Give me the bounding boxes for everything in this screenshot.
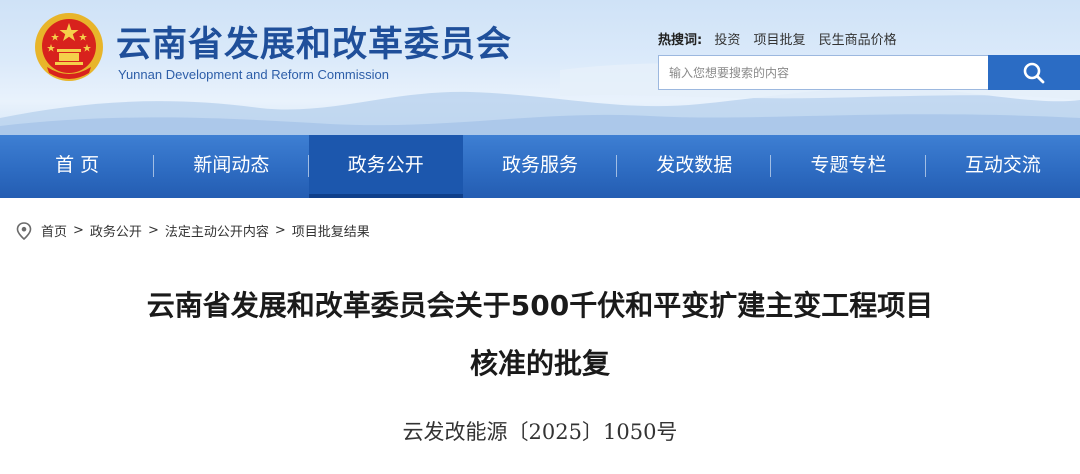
nav-item-government-affairs[interactable]: 政务公开: [308, 135, 464, 198]
article-title-line-1: 云南省发展和改革委员会关于500千伏和平变扩建主变工程项目: [146, 289, 934, 322]
document-number: 云发改能源〔2025〕1050号: [402, 420, 678, 444]
nav-item-label: 发改数据: [656, 154, 733, 176]
hot-search-link-project-approval[interactable]: 项目批复: [754, 33, 806, 48]
main-nav: 首 页 新闻动态 政务公开 政务服务 发改数据 专题专栏 互动交流: [0, 135, 1080, 198]
site-title: 云南省发展和改革委员会: [116, 25, 513, 65]
nav-item-label: 政务服务: [501, 154, 578, 176]
nav-item-label: 互动交流: [964, 154, 1041, 176]
article-title-line-2: 核准的批复: [469, 347, 610, 380]
nav-item-services[interactable]: 政务服务: [463, 135, 618, 198]
site-subtitle: Yunnan Development and Reform Commission: [118, 67, 389, 82]
nav-item-home[interactable]: 首 页: [0, 135, 155, 198]
nav-item-label: 首 页: [55, 154, 100, 176]
hot-search-label: 热搜词:: [658, 33, 703, 48]
location-pin-icon: [16, 221, 32, 240]
search-icon: [1023, 62, 1045, 83]
nav-item-interaction[interactable]: 互动交流: [926, 135, 1080, 198]
breadcrumb-separator: >: [73, 223, 84, 238]
nav-item-label: 新闻动态: [193, 154, 270, 176]
hot-search-link-prices[interactable]: 民生商品价格: [819, 33, 897, 48]
breadcrumb-approval-results[interactable]: 项目批复结果: [292, 221, 370, 240]
article-title: 云南省发展和改革委员会关于500千伏和平变扩建主变工程项目 核准的批复: [0, 277, 1080, 393]
breadcrumb-separator: >: [147, 223, 159, 238]
breadcrumb-statutory-disclosure[interactable]: 法定主动公开内容: [165, 221, 269, 240]
breadcrumb-separator: >: [274, 223, 286, 238]
breadcrumb-home[interactable]: 首页: [41, 221, 67, 240]
hot-search-bar: 热搜词: 投资 项目批复 民生商品价格: [658, 29, 906, 48]
hot-search-link-investment[interactable]: 投资: [714, 33, 740, 48]
site-header: 云南省发展和改革委员会 Yunnan Development and Refor…: [0, 0, 1080, 135]
nav-item-data[interactable]: 发改数据: [617, 135, 772, 198]
nav-item-topics[interactable]: 专题专栏: [771, 135, 926, 198]
breadcrumb-government-affairs[interactable]: 政务公开: [90, 221, 142, 240]
search-button[interactable]: [988, 55, 1080, 90]
national-emblem-icon: [35, 13, 103, 81]
nav-item-label: 政务公开: [347, 154, 424, 176]
nav-item-label: 专题专栏: [810, 154, 887, 176]
breadcrumb: 首页 > 政务公开 > 法定主动公开内容 > 项目批复结果: [16, 221, 370, 240]
nav-item-news[interactable]: 新闻动态: [154, 135, 309, 198]
search-input[interactable]: [658, 55, 988, 90]
